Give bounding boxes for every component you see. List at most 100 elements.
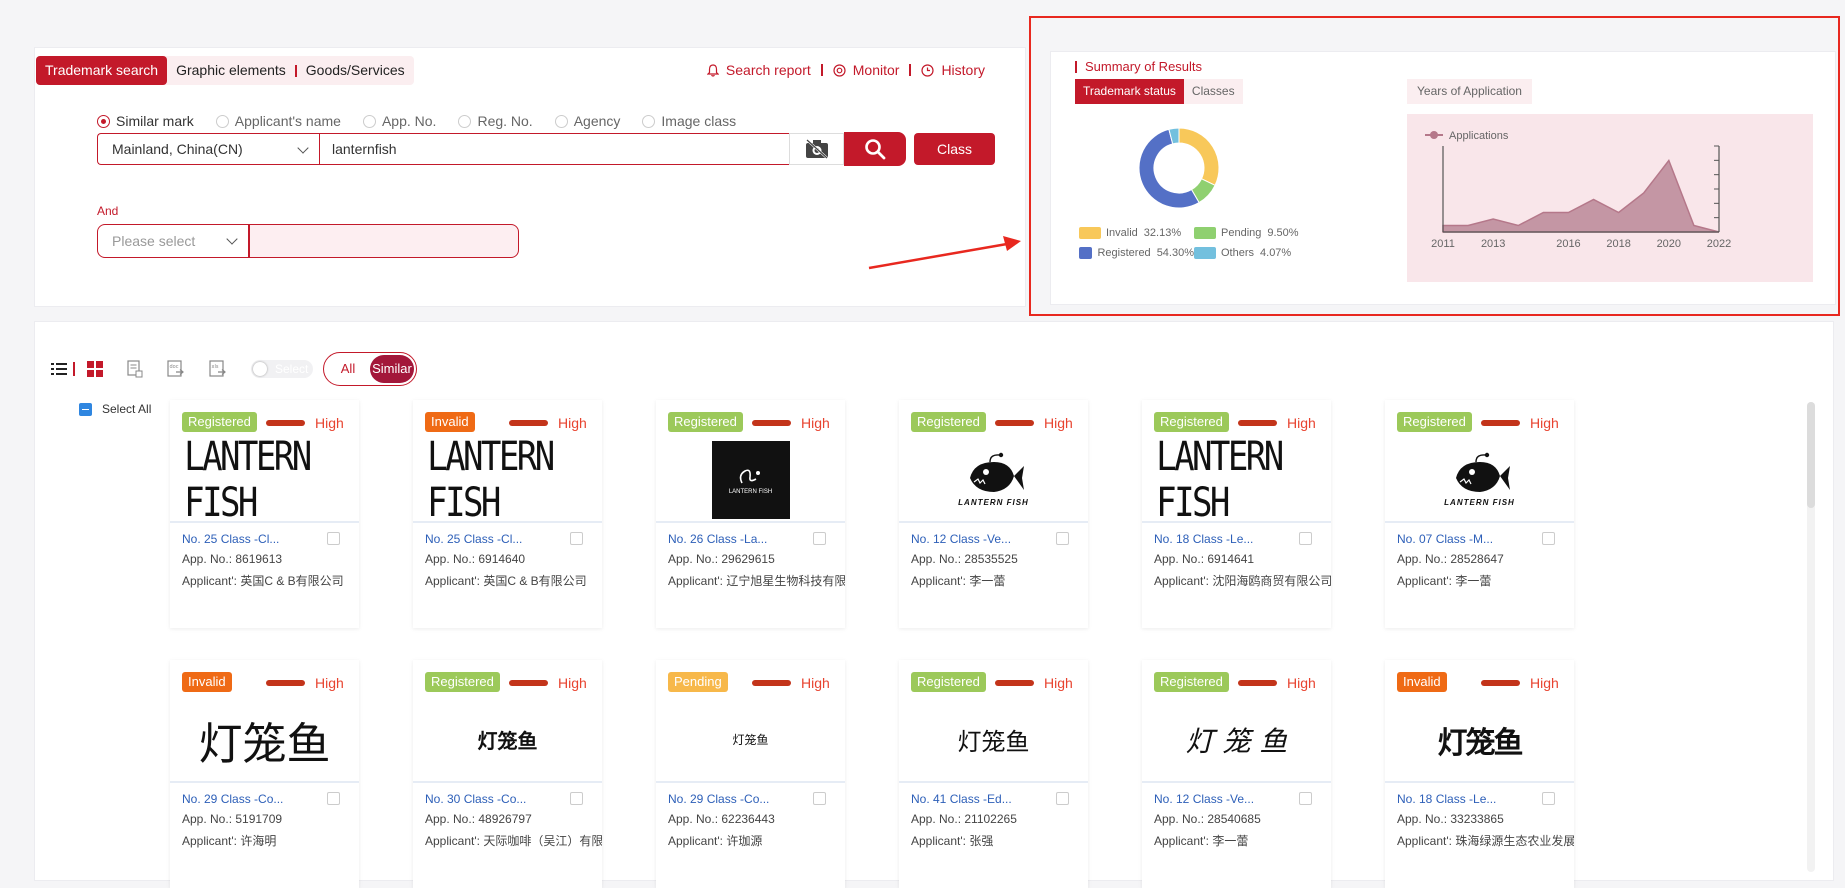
trademark-image[interactable]: 灯笼鱼 bbox=[1385, 698, 1574, 783]
trademark-card[interactable]: Registered High 灯 笼 鱼 No. 12 Class -Ve... Ap… bbox=[1142, 660, 1331, 888]
applicant-name: Applicant': 沈阳海鸥商贸有限公司 bbox=[1154, 574, 1331, 588]
scrollbar-thumb[interactable] bbox=[1807, 402, 1815, 508]
card-checkbox[interactable] bbox=[1542, 792, 1555, 805]
trademark-image[interactable]: LANTERN FISH bbox=[170, 434, 359, 526]
card-checkbox[interactable] bbox=[813, 792, 826, 805]
card-checkbox[interactable] bbox=[1299, 792, 1312, 805]
similarity-label: High bbox=[1044, 675, 1073, 691]
tab-graphic-elements[interactable]: Graphic elements bbox=[167, 56, 295, 85]
trademark-image[interactable]: LANTERN FISH bbox=[413, 434, 602, 526]
keyword-input[interactable]: lanternfish bbox=[319, 133, 789, 165]
trademark-image[interactable]: 灯笼鱼 bbox=[170, 698, 359, 783]
class-link[interactable]: No. 25 Class -Cl... bbox=[182, 532, 279, 546]
radio-applicant-name[interactable]: Applicant's name bbox=[215, 113, 341, 129]
trademark-image[interactable]: 灯笼鱼 bbox=[899, 698, 1088, 783]
card-checkbox[interactable] bbox=[327, 532, 340, 545]
card-checkbox[interactable] bbox=[570, 792, 583, 805]
trademark-card[interactable]: Registered High 灯笼鱼 No. 30 Class -Co... App.… bbox=[413, 660, 602, 888]
bell-icon bbox=[706, 63, 719, 77]
trademark-image[interactable]: LANTERN FISH bbox=[1142, 434, 1331, 526]
class-link[interactable]: No. 30 Class -Co... bbox=[425, 792, 526, 806]
class-button[interactable]: Class bbox=[914, 133, 995, 165]
radio-similar-mark[interactable]: Similar mark bbox=[97, 113, 194, 129]
trademark-card[interactable]: Registered High LANTERN FISH No. 18 Class -… bbox=[1142, 400, 1331, 628]
class-link[interactable]: No. 18 Class -Le... bbox=[1397, 792, 1496, 806]
class-link[interactable]: No. 41 Class -Ed... bbox=[911, 792, 1012, 806]
and-field-select[interactable]: Please select bbox=[97, 224, 249, 258]
card-checkbox[interactable] bbox=[1056, 532, 1069, 545]
trademark-card[interactable]: Pending High 灯笼鱼 No. 29 Class -Co... App. No… bbox=[656, 660, 845, 888]
trademark-card[interactable]: Registered High LANTERN FISH No. 12 Class -… bbox=[899, 400, 1088, 628]
filter-all[interactable]: All bbox=[326, 355, 370, 383]
tab-trademark-status[interactable]: Trademark status bbox=[1075, 79, 1184, 104]
similarity-bar bbox=[509, 420, 548, 426]
results-scrollbar[interactable] bbox=[1807, 402, 1815, 872]
class-link[interactable]: No. 12 Class -Ve... bbox=[1154, 792, 1254, 806]
legend-registered[interactable]: Registered 54.30% bbox=[1079, 247, 1194, 259]
trademark-card[interactable]: Registered High LANTERN FISH No. 07 Class -… bbox=[1385, 400, 1574, 628]
card-checkbox[interactable] bbox=[570, 532, 583, 545]
trademark-image[interactable]: LANTERN FISH bbox=[656, 438, 845, 523]
trademark-image[interactable]: LANTERN FISH bbox=[1385, 438, 1574, 523]
class-link[interactable]: No. 18 Class -Le... bbox=[1154, 532, 1253, 546]
trademark-image[interactable]: 灯笼鱼 bbox=[656, 698, 845, 783]
radio-agency[interactable]: Agency bbox=[554, 113, 620, 129]
radio-app-no[interactable]: App. No. bbox=[362, 113, 436, 129]
legend-invalid[interactable]: Invalid 32.13% bbox=[1079, 227, 1194, 239]
trademark-card[interactable]: Invalid High 灯笼鱼 No. 18 Class -Le... App. No… bbox=[1385, 660, 1574, 888]
class-link[interactable]: No. 25 Class -Cl... bbox=[425, 532, 522, 546]
tab-classes[interactable]: Classes bbox=[1184, 79, 1243, 104]
report-button[interactable] bbox=[127, 360, 143, 378]
class-link[interactable]: No. 26 Class -La... bbox=[668, 532, 767, 546]
image-search-button[interactable] bbox=[789, 133, 844, 165]
select-toggle[interactable]: Select bbox=[251, 360, 313, 378]
trademark-card[interactable]: Registered High LANTERN FISH No. 26 Class -… bbox=[656, 400, 845, 628]
class-link[interactable]: No. 12 Class -Ve... bbox=[911, 532, 1011, 546]
class-link[interactable]: No. 29 Class -Co... bbox=[668, 792, 769, 806]
class-link[interactable]: No. 29 Class -Co... bbox=[182, 792, 283, 806]
tab-goods-services[interactable]: Goods/Services bbox=[297, 56, 414, 85]
radio-reg-no[interactable]: Reg. No. bbox=[458, 113, 533, 129]
export-doc-button[interactable]: doc bbox=[167, 360, 185, 378]
applicant-name: Applicant': 李一蕾 bbox=[1154, 834, 1249, 848]
search-report-link[interactable]: Search report bbox=[706, 62, 811, 78]
card-checkbox[interactable] bbox=[813, 532, 826, 545]
filter-similar[interactable]: Similar bbox=[370, 355, 414, 383]
trademark-image[interactable]: LANTERN FISH bbox=[899, 438, 1088, 523]
grid-view-button[interactable] bbox=[87, 361, 103, 377]
select-all-checkbox[interactable] bbox=[79, 402, 92, 416]
trademark-wordmark: 灯笼鱼 bbox=[198, 718, 331, 770]
legend-others[interactable]: Others 4.07% bbox=[1194, 247, 1309, 259]
card-checkbox[interactable] bbox=[1056, 792, 1069, 805]
trademark-card[interactable]: Registered High LANTERN FISH No. 25 Class -… bbox=[170, 400, 359, 628]
class-link[interactable]: No. 07 Class -M... bbox=[1397, 532, 1493, 546]
app-number: App. No.: 29629615 bbox=[668, 552, 775, 566]
trademark-card[interactable]: Registered High 灯笼鱼 No. 41 Class -Ed... App.… bbox=[899, 660, 1088, 888]
radio-image-class[interactable]: Image class bbox=[642, 113, 736, 129]
select-all[interactable]: Select All bbox=[79, 402, 151, 416]
applications-area[interactable] bbox=[1442, 158, 1720, 233]
trademark-card[interactable]: Invalid High LANTERN FISH No. 25 Class -Cl.… bbox=[413, 400, 602, 628]
search-button[interactable] bbox=[844, 132, 906, 166]
list-view-button[interactable] bbox=[51, 362, 67, 376]
legend-label: Pending bbox=[1221, 227, 1262, 239]
trademark-image[interactable]: 灯笼鱼 bbox=[413, 698, 602, 783]
trademark-image[interactable]: 灯 笼 鱼 bbox=[1142, 698, 1331, 783]
legend-pending[interactable]: Pending 9.50% bbox=[1194, 227, 1309, 239]
history-link[interactable]: History bbox=[921, 62, 985, 78]
years-of-application-tab[interactable]: Years of Application bbox=[1407, 79, 1532, 104]
series-legend-label: Applications bbox=[1449, 130, 1509, 142]
monitor-link[interactable]: Monitor bbox=[833, 62, 899, 78]
donut-slice-invalid[interactable] bbox=[1178, 127, 1220, 186]
card-checkbox[interactable] bbox=[1542, 532, 1555, 545]
app-number: App. No.: 6914641 bbox=[1154, 552, 1255, 566]
tab-trademark-search[interactable]: Trademark search bbox=[36, 56, 168, 85]
card-checkbox[interactable] bbox=[327, 792, 340, 805]
radio-dot bbox=[97, 114, 110, 128]
search-row: Mainland, China(CN) lanternfish Class bbox=[97, 132, 995, 166]
card-checkbox[interactable] bbox=[1299, 532, 1312, 545]
and-input[interactable] bbox=[249, 224, 519, 258]
region-select[interactable]: Mainland, China(CN) bbox=[97, 133, 319, 165]
export-xls-button[interactable]: xls bbox=[209, 360, 227, 378]
trademark-card[interactable]: Invalid High 灯笼鱼 No. 29 Class -Co... App. No… bbox=[170, 660, 359, 888]
